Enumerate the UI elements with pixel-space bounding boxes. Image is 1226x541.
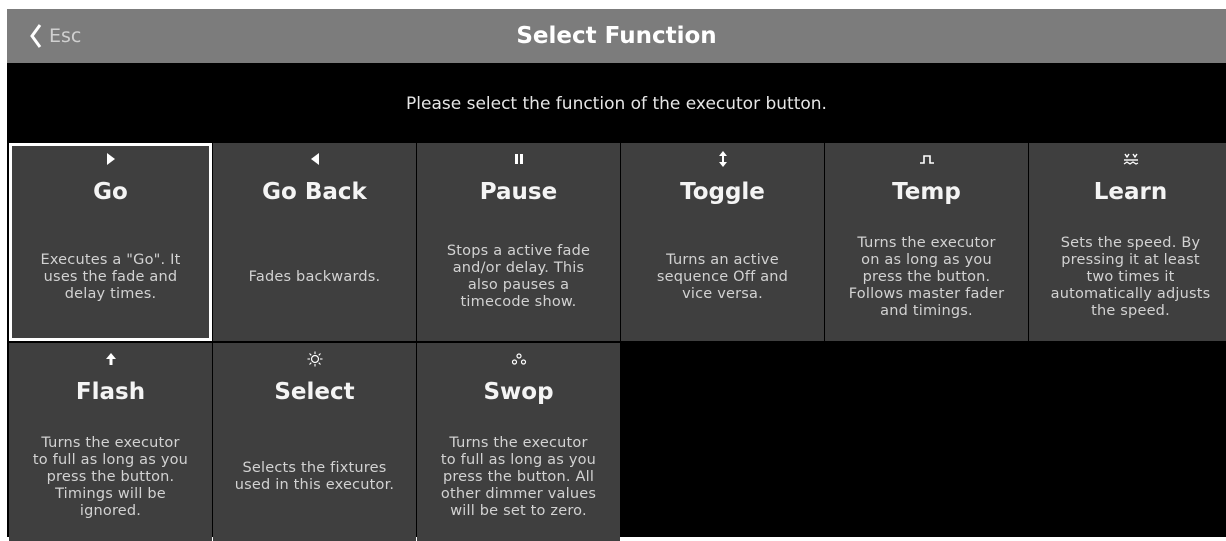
function-swop-button[interactable]: Swop Turns the executor to full as long … bbox=[417, 343, 620, 541]
function-go-button[interactable]: Go Executes a "Go". It uses the fade and… bbox=[9, 143, 212, 341]
select-function-dialog: Esc Select Function Please select the fu… bbox=[7, 9, 1226, 541]
function-label: Go Back bbox=[262, 179, 367, 205]
chevron-left-icon bbox=[30, 24, 42, 48]
function-go-back-button[interactable]: Go Back Fades backwards. bbox=[213, 143, 416, 341]
function-pause-button[interactable]: Pause Stops a active fade and/or delay. … bbox=[417, 143, 620, 341]
function-description: Sets the speed. By pressing it at least … bbox=[1050, 234, 1211, 319]
function-label: Toggle bbox=[680, 179, 765, 205]
function-label: Swop bbox=[483, 379, 554, 405]
function-flash-button[interactable]: Flash Turns the executor to full as long… bbox=[9, 343, 212, 541]
title-bar: Esc Select Function bbox=[7, 9, 1226, 63]
function-learn-button[interactable]: Learn Sets the speed. By pressing it at … bbox=[1029, 143, 1226, 341]
dialog-title: Select Function bbox=[516, 23, 717, 49]
function-description: Executes a "Go". It uses the fade and de… bbox=[40, 251, 181, 302]
instruction-message: Please select the function of the execut… bbox=[406, 94, 827, 114]
learn-icon bbox=[1029, 149, 1226, 169]
bulb-icon bbox=[213, 349, 416, 369]
function-toggle-button[interactable]: Toggle Turns an active sequence Off and … bbox=[621, 143, 824, 341]
function-label: Temp bbox=[892, 179, 961, 205]
function-label: Select bbox=[274, 379, 355, 405]
function-description: Turns the executor to full as long as yo… bbox=[440, 434, 597, 519]
function-description: Turns an active sequence Off and vice ve… bbox=[656, 251, 789, 302]
swop-icon bbox=[417, 349, 620, 369]
function-description: Stops a active fade and/or delay. This a… bbox=[446, 243, 591, 310]
function-select-button[interactable]: Select Selects the fixtures used in this… bbox=[213, 343, 416, 541]
esc-button[interactable]: Esc bbox=[7, 9, 117, 63]
pause-icon bbox=[417, 149, 620, 169]
function-label: Go bbox=[93, 179, 128, 205]
pulse-icon bbox=[825, 149, 1028, 169]
function-label: Pause bbox=[479, 179, 558, 205]
toggle-icon bbox=[621, 149, 824, 169]
function-label: Flash bbox=[75, 379, 146, 405]
function-grid: Go Executes a "Go". It uses the fade and… bbox=[7, 143, 1226, 541]
function-description: Selects the fixtures used in this execut… bbox=[234, 460, 395, 493]
up-arrow-icon bbox=[9, 349, 212, 369]
play-back-icon bbox=[213, 149, 416, 169]
play-icon bbox=[12, 149, 209, 169]
function-label: Learn bbox=[1093, 179, 1168, 205]
function-description: Fades backwards. bbox=[248, 268, 381, 285]
function-temp-button[interactable]: Temp Turns the executor on as long as yo… bbox=[825, 143, 1028, 341]
esc-label: Esc bbox=[49, 25, 82, 47]
function-description: Turns the executor on as long as you pre… bbox=[848, 234, 1005, 319]
function-description: Turns the executor to full as long as yo… bbox=[32, 434, 189, 519]
